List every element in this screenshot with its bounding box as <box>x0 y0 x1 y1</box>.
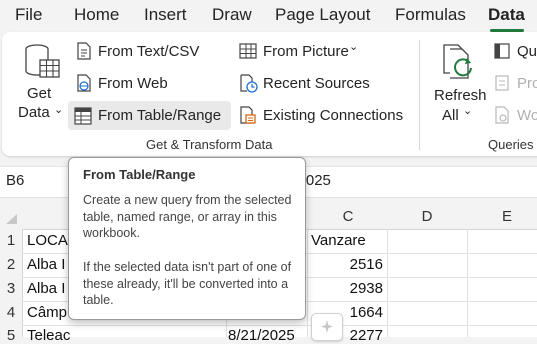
existing-connections-icon <box>240 106 256 124</box>
gridline <box>467 229 468 337</box>
menu-tabs: File Home Insert Draw Page Layout Formul… <box>0 0 537 32</box>
cell-a5[interactable]: Teleac <box>27 327 70 344</box>
cell-c1[interactable]: Vanzare <box>311 232 366 249</box>
table-icon <box>74 107 92 125</box>
tab-formulas[interactable]: Formulas <box>395 5 466 25</box>
group-label-get-transform: Get & Transform Data <box>146 137 273 152</box>
refresh-icon <box>443 44 472 79</box>
cell-a3[interactable]: Alba I <box>27 280 65 297</box>
chevron-down-icon: ⌄ <box>463 105 473 117</box>
database-table-icon <box>25 44 60 78</box>
group-label-queries: Queries <box>488 137 534 152</box>
refresh-label-1: Refresh <box>434 87 487 104</box>
row-header-1[interactable]: 1 <box>0 232 22 249</box>
recent-sources-label: Recent Sources <box>263 75 370 92</box>
get-data-label-2: Data <box>18 104 50 121</box>
column-header-c[interactable]: C <box>338 208 358 225</box>
tab-data[interactable]: Data <box>488 5 525 25</box>
from-text-csv-label: From Text/CSV <box>98 43 200 60</box>
workbook-links-label: Wo <box>517 107 537 124</box>
tab-draw[interactable]: Draw <box>212 5 252 25</box>
gridline <box>22 325 537 326</box>
tab-insert[interactable]: Insert <box>144 5 187 25</box>
queries-connections-icon <box>494 43 510 59</box>
from-table-range-label: From Table/Range <box>98 107 222 124</box>
tooltip-note: If the selected data isn't part of one o… <box>83 260 292 307</box>
tab-home[interactable]: Home <box>74 5 119 25</box>
cell-a1[interactable]: LOCA <box>27 232 68 249</box>
properties-icon <box>495 75 509 91</box>
row-header-4[interactable]: 4 <box>0 304 22 321</box>
refresh-label-2: All <box>442 107 459 124</box>
sparkle-icon <box>321 320 333 333</box>
tooltip-description: Create a new query from the selected tab… <box>83 193 292 240</box>
text-file-icon <box>77 42 91 60</box>
tab-file[interactable]: File <box>15 5 42 25</box>
picture-table-icon <box>239 43 257 59</box>
tooltip-from-table-range: From Table/Range Create a new query from… <box>68 157 306 320</box>
workbook-links-icon <box>495 106 509 124</box>
column-header-e[interactable]: E <box>497 208 517 225</box>
column-header-d[interactable]: D <box>417 208 437 225</box>
row-header-3[interactable]: 3 <box>0 280 22 297</box>
cell-b5[interactable]: 8/21/2025 <box>228 327 295 344</box>
tab-page-layout[interactable]: Page Layout <box>275 5 370 25</box>
tooltip-title: From Table/Range <box>83 167 196 182</box>
gridline <box>307 229 308 337</box>
row-header-2[interactable]: 2 <box>0 256 22 273</box>
from-picture-label: From Picture <box>263 43 349 60</box>
existing-connections-label: Existing Connections <box>263 107 404 124</box>
get-data-label-1: Get <box>27 85 52 102</box>
properties-label: Pro <box>517 75 537 92</box>
gridline <box>387 229 388 337</box>
recent-sources-clock-icon <box>240 74 258 93</box>
cell-c2[interactable]: 2516 <box>311 256 383 273</box>
chevron-down-icon: ⌄ <box>54 104 64 116</box>
queries-connections-label: Qu <box>517 43 537 60</box>
group-separator <box>419 40 420 150</box>
cell-c3[interactable]: 2938 <box>311 280 383 297</box>
cell-a4[interactable]: Câmp <box>27 304 67 321</box>
web-page-icon <box>77 74 91 92</box>
row-header-5[interactable]: 5 <box>0 327 22 344</box>
from-web-label: From Web <box>98 75 168 92</box>
cell-a2[interactable]: Alba I <box>27 256 65 273</box>
select-all-triangle-icon[interactable] <box>4 213 18 225</box>
name-box[interactable]: B6 <box>6 172 24 189</box>
chevron-down-icon: ⌄ <box>349 41 359 53</box>
